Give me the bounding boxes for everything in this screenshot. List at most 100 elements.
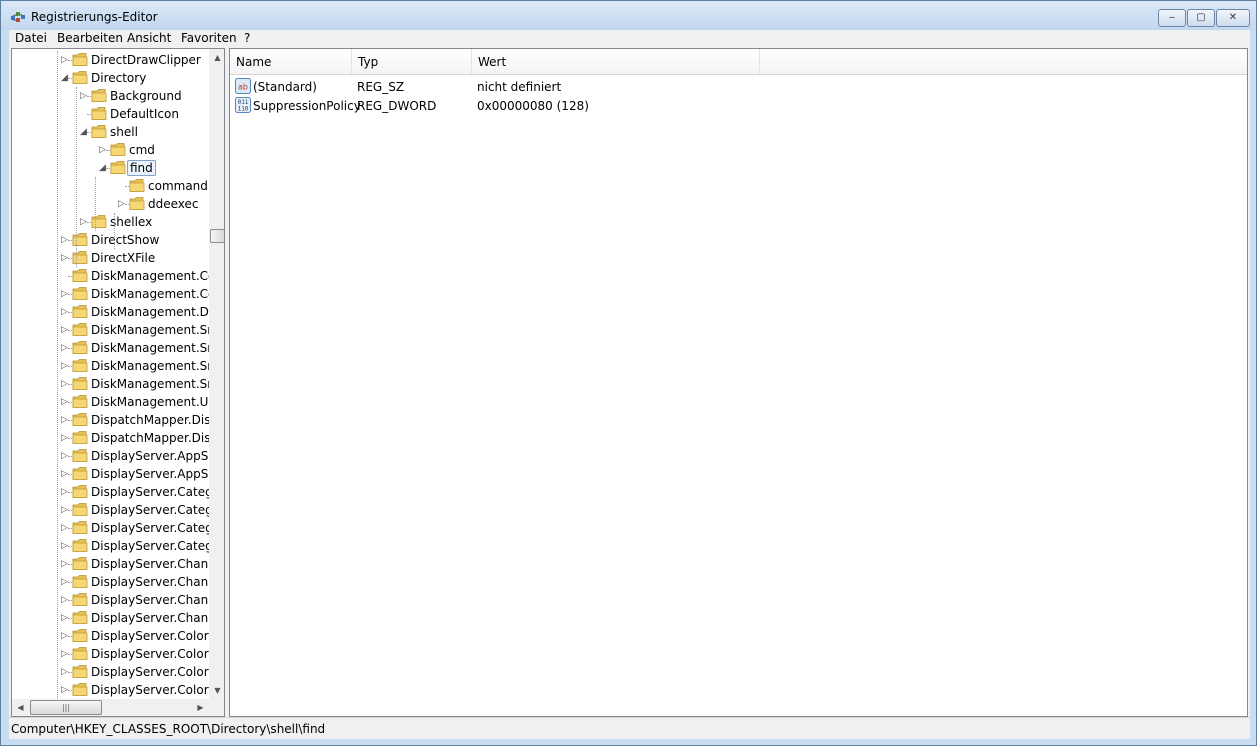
menu-favoriten[interactable]: Favoriten: [181, 31, 237, 45]
tree-item-label[interactable]: command: [146, 179, 209, 193]
tree-item[interactable]: command: [12, 177, 209, 195]
tree-item-label[interactable]: find: [127, 160, 156, 176]
tree-item[interactable]: ▷DisplayServer.Categor: [12, 537, 209, 555]
tree-item-label[interactable]: DefaultIcon: [108, 107, 181, 121]
tree-item-label[interactable]: DisplayServer.Categor: [89, 521, 209, 535]
tree-item-label[interactable]: DiskManagement.Sna: [89, 323, 209, 337]
tree-item-label[interactable]: DispatchMapper.Disp: [89, 413, 209, 427]
tree-item-label[interactable]: DisplayServer.Change: [89, 557, 209, 571]
tree-item-label[interactable]: DirectXFile: [89, 251, 157, 265]
tree-item[interactable]: ▷ Background: [12, 87, 209, 105]
tree-item-label[interactable]: DisplayServer.AppSett: [89, 467, 209, 481]
tree-item[interactable]: ▷DisplayServer.ColorSe: [12, 663, 209, 681]
menu-help[interactable]: ?: [244, 31, 250, 45]
tree-item-label[interactable]: cmd: [127, 143, 157, 157]
tree-item-label[interactable]: DiskManagement.Cor: [89, 287, 209, 301]
horizontal-scroll-thumb[interactable]: |||: [30, 700, 102, 715]
tree-item-label[interactable]: Directory: [89, 71, 148, 85]
tree-item-label[interactable]: DisplayServer.AppSett: [89, 449, 209, 463]
tree-item[interactable]: ▷DiskManagement.Sna: [12, 357, 209, 375]
tree-item-label[interactable]: DisplayServer.Change: [89, 575, 209, 589]
tree-item-label[interactable]: shell: [108, 125, 140, 139]
tree-item[interactable]: ▷DisplayServer.AppSett: [12, 465, 209, 483]
tree-item[interactable]: ▷ DirectXFile: [12, 249, 209, 267]
tree-item[interactable]: ◢ shell: [12, 123, 209, 141]
tree-item-label[interactable]: DiskManagement.Sna: [89, 359, 209, 373]
tree-item-label[interactable]: DisplayServer.Change: [89, 593, 209, 607]
tree-item-label[interactable]: DisplayServer.ColorCo: [89, 629, 209, 643]
tree-horizontal-scrollbar[interactable]: ◀ ||| ▶: [12, 699, 209, 716]
scroll-left-icon[interactable]: ◀: [12, 699, 29, 716]
tree-item[interactable]: ▷DisplayServer.ColorCo: [12, 627, 209, 645]
tree-item[interactable]: ▷DisplayServer.Change: [12, 609, 209, 627]
minimize-button[interactable]: ‒: [1158, 9, 1186, 27]
values-list-pane[interactable]: Name Typ Wert ab (Standard) REG_SZ nicht de…: [229, 48, 1248, 717]
tree-item[interactable]: ◢ Directory: [12, 69, 209, 87]
key-tree-pane[interactable]: ▷ DirectDrawClipper ◢ Directory ▷ Background D…: [11, 48, 225, 717]
column-type-header[interactable]: Typ: [352, 49, 472, 74]
close-button[interactable]: ✕: [1216, 9, 1250, 27]
tree-item-label[interactable]: DispatchMapper.Disp: [89, 431, 209, 445]
tree-item[interactable]: ▷DisplayServer.Categor: [12, 483, 209, 501]
value-type: REG_SZ: [357, 80, 405, 94]
tree-item-label[interactable]: DiskManagement.Dat: [89, 305, 209, 319]
tree-item-label[interactable]: DiskManagement.Sna: [89, 341, 209, 355]
tree-item-label[interactable]: DirectShow: [89, 233, 161, 247]
tree-item[interactable]: ▷ ddeexec: [12, 195, 209, 213]
tree-item[interactable]: ▷ DispatchMapper.Disp: [12, 411, 209, 429]
vertical-scroll-thumb[interactable]: [210, 229, 224, 243]
tree-vertical-scrollbar[interactable]: ▲ ▼: [209, 49, 224, 699]
value-row[interactable]: 011 110 SuppressionPolicy REG_DWORD 0x000000…: [230, 96, 1247, 115]
value-row[interactable]: ab (Standard) REG_SZ nicht definiert: [230, 77, 1247, 96]
tree-item-label[interactable]: ddeexec: [146, 197, 201, 211]
tree-item-label[interactable]: DisplayServer.ColorSe: [89, 683, 209, 697]
tree-item[interactable]: ▷DisplayServer.ColorSe: [12, 681, 209, 699]
folder-icon: [72, 340, 88, 355]
tree-item[interactable]: ▷ DirectDrawClipper: [12, 51, 209, 69]
tree-item[interactable]: ▷DiskManagement.Sna: [12, 339, 209, 357]
folder-icon: [72, 448, 88, 463]
tree-item-label[interactable]: DisplayServer.Categor: [89, 485, 209, 499]
tree-item[interactable]: ▷ DirectShow: [12, 231, 209, 249]
tree-item-label[interactable]: DisplayServer.Categor: [89, 503, 209, 517]
scroll-up-icon[interactable]: ▲: [209, 49, 224, 66]
tree-item-label[interactable]: DisplayServer.Change: [89, 611, 209, 625]
tree-item[interactable]: ▷DisplayServer.AppSett: [12, 447, 209, 465]
menu-ansicht[interactable]: Ansicht: [127, 31, 171, 45]
tree-item-label[interactable]: Background: [108, 89, 184, 103]
tree-item-label[interactable]: DiskManagement.Sna: [89, 377, 209, 391]
tree-item[interactable]: ▷DisplayServer.Change: [12, 555, 209, 573]
tree-item[interactable]: ▷DisplayServer.Change: [12, 573, 209, 591]
tree-item[interactable]: ◢ find: [12, 159, 209, 177]
menu-bearbeiten[interactable]: Bearbeiten: [57, 31, 123, 45]
tree-item[interactable]: ▷ shellex: [12, 213, 209, 231]
tree-item-label[interactable]: DiskManagement.Cor: [89, 269, 209, 283]
tree-item[interactable]: ▷DisplayServer.Categor: [12, 501, 209, 519]
folder-icon: [72, 376, 88, 391]
tree-item[interactable]: ▷ cmd: [12, 141, 209, 159]
tree-item[interactable]: DefaultIcon: [12, 105, 209, 123]
scroll-right-icon[interactable]: ▶: [192, 699, 209, 716]
tree-item-label[interactable]: DisplayServer.ColorSe: [89, 665, 209, 679]
tree-item-label[interactable]: DiskManagement.UIT: [89, 395, 209, 409]
column-name-header[interactable]: Name: [230, 49, 352, 74]
menu-datei[interactable]: Datei: [15, 31, 47, 45]
tree-item[interactable]: ▷ DispatchMapper.Disp: [12, 429, 209, 447]
tree-item[interactable]: ▷DiskManagement.Sna: [12, 375, 209, 393]
tree-item[interactable]: ▷ DiskManagement.Dat: [12, 303, 209, 321]
tree-item[interactable]: ▷DiskManagement.Sna: [12, 321, 209, 339]
tree-item[interactable]: ▷DisplayServer.Change: [12, 591, 209, 609]
tree-item[interactable]: ▷ DiskManagement.Cor: [12, 285, 209, 303]
scroll-down-icon[interactable]: ▼: [209, 682, 224, 699]
column-data-header[interactable]: Wert: [472, 49, 760, 74]
tree-item-label[interactable]: DisplayServer.Categor: [89, 539, 209, 553]
client-area: ▷ DirectDrawClipper ◢ Directory ▷ Background D…: [9, 48, 1250, 717]
tree-item-label[interactable]: DisplayServer.ColorCo: [89, 647, 209, 661]
tree-item[interactable]: ▷DisplayServer.ColorCo: [12, 645, 209, 663]
tree-item-label[interactable]: DirectDrawClipper: [89, 53, 203, 67]
title-bar[interactable]: Registrierungs-Editor ‒ ▢ ✕: [1, 1, 1256, 30]
tree-item[interactable]: DiskManagement.Cor: [12, 267, 209, 285]
maximize-button[interactable]: ▢: [1187, 9, 1215, 27]
tree-item[interactable]: ▷ DiskManagement.UIT: [12, 393, 209, 411]
tree-item[interactable]: ▷DisplayServer.Categor: [12, 519, 209, 537]
